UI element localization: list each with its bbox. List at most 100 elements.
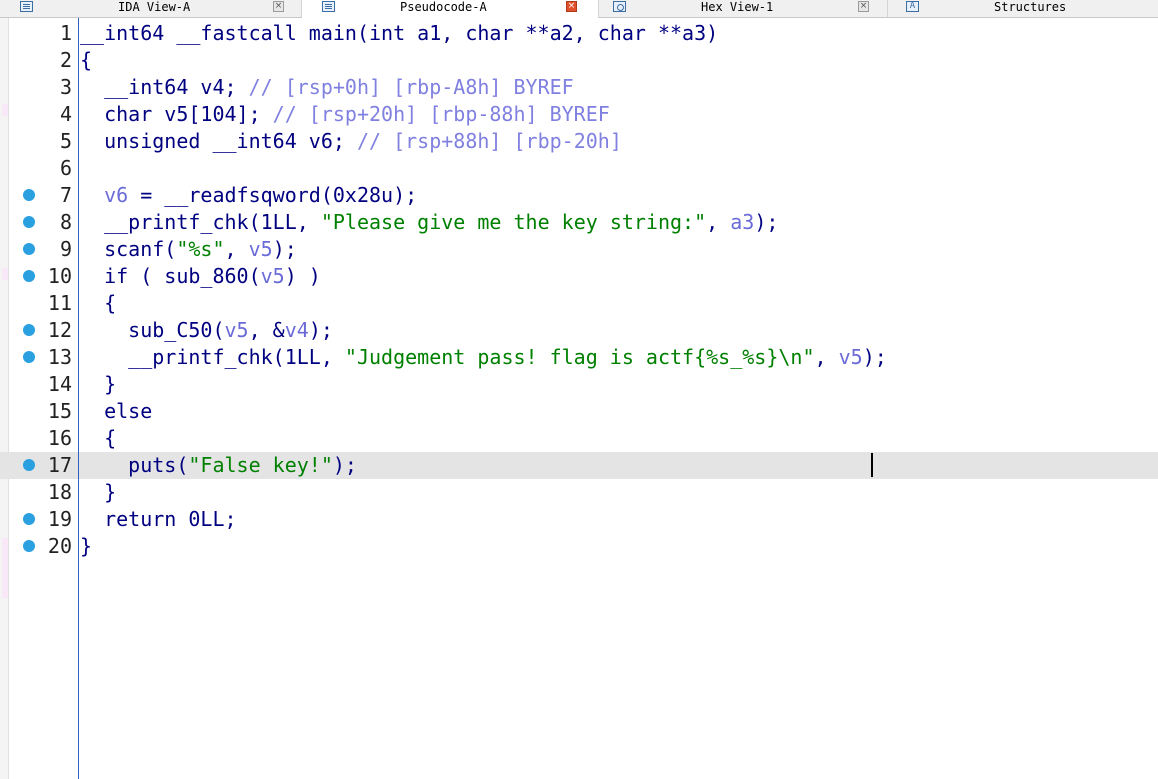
code-token: ); xyxy=(862,345,887,369)
code-token: __int64 v4; xyxy=(80,75,249,99)
code-line[interactable]: 16 { xyxy=(0,425,1158,452)
code-token: __int64 __fastcall main(int a1, char **a… xyxy=(80,21,719,45)
structures-icon: A xyxy=(906,1,919,12)
code-text: __printf_chk(1LL, "Please give me the ke… xyxy=(80,209,778,236)
code-token: } xyxy=(80,534,93,558)
code-text: v6 = __readfsqword(0x28u); xyxy=(80,182,417,209)
line-number: 19 xyxy=(47,507,72,531)
code-token: { xyxy=(80,48,93,72)
line-number: 9 xyxy=(59,237,72,261)
code-token: "False key!" xyxy=(188,453,333,477)
tab-hex-view-1[interactable]: Hex View-1 × xyxy=(599,0,888,17)
breakpoint-dot-icon[interactable] xyxy=(23,459,35,471)
code-line[interactable]: 1 __int64 __fastcall main(int a1, char **… xyxy=(0,20,1158,47)
code-token: , & xyxy=(248,318,285,342)
code-token: scanf( xyxy=(80,237,177,261)
code-token: } xyxy=(80,480,117,504)
text-cursor xyxy=(871,453,873,477)
close-icon[interactable]: × xyxy=(273,1,284,12)
line-number: 6 xyxy=(59,156,72,180)
code-token: // [rsp+0h] [rbp-A8h] BYREF xyxy=(248,75,574,99)
line-number: 18 xyxy=(47,480,72,504)
code-line[interactable]: 19 return 0LL; xyxy=(0,506,1158,533)
code-line[interactable]: 9 scanf("%s", v5); xyxy=(0,236,1158,263)
pseudocode-icon xyxy=(322,1,335,12)
line-number: 15 xyxy=(47,399,72,423)
tab-label: IDA View-A xyxy=(118,0,191,14)
code-token: } xyxy=(80,372,117,396)
line-number: 17 xyxy=(47,453,72,477)
code-token: , xyxy=(224,237,249,261)
disassembly-icon xyxy=(20,1,33,12)
code-line[interactable]: 3 __int64 v4; // [rsp+0h] [rbp-A8h] BYRE… xyxy=(0,74,1158,101)
breakpoint-dot-icon[interactable] xyxy=(23,270,35,282)
code-line[interactable]: 20} xyxy=(0,533,1158,560)
code-token: v5 xyxy=(224,318,249,342)
code-line[interactable]: 12 sub_C50(v5, &v4); xyxy=(0,317,1158,344)
code-line[interactable]: 18 } xyxy=(0,479,1158,506)
code-line[interactable]: 6 xyxy=(0,155,1158,182)
code-line[interactable]: 5 unsigned __int64 v6; // [rsp+88h] [rbp… xyxy=(0,128,1158,155)
code-line[interactable]: 17 puts("False key!"); xyxy=(0,452,1158,479)
breakpoint-dot-icon[interactable] xyxy=(23,351,35,363)
close-icon[interactable]: × xyxy=(858,1,869,12)
breakpoint-dot-icon[interactable] xyxy=(23,189,35,201)
tab-label: Hex View-1 xyxy=(701,0,774,14)
breakpoint-dot-icon[interactable] xyxy=(23,540,35,552)
code-text: } xyxy=(80,533,92,560)
code-line[interactable]: 10 if ( sub_860(v5) ) xyxy=(0,263,1158,290)
code-line[interactable]: 8 __printf_chk(1LL, "Please give me the … xyxy=(0,209,1158,236)
code-text: __int64 __fastcall main(int a1, char **a… xyxy=(80,20,718,47)
code-text: char v5[104]; // [rsp+20h] [rbp-88h] BYR… xyxy=(80,101,610,128)
tab-pseudocode-a[interactable]: Pseudocode-A × xyxy=(302,0,599,18)
tab-ida-view-a[interactable]: IDA View-A × xyxy=(0,0,302,17)
breakpoint-dot-icon[interactable] xyxy=(23,216,35,228)
line-number: 12 xyxy=(47,318,72,342)
code-line[interactable]: 4 char v5[104]; // [rsp+20h] [rbp-88h] B… xyxy=(0,101,1158,128)
line-number: 1 xyxy=(59,21,72,45)
code-line[interactable]: 11 { xyxy=(0,290,1158,317)
tab-label: Structures xyxy=(994,0,1067,14)
tab-bar: IDA View-A × Pseudocode-A × Hex View-1 ×… xyxy=(0,0,1158,18)
code-text: sub_C50(v5, &v4); xyxy=(80,317,333,344)
breakpoint-dot-icon[interactable] xyxy=(23,324,35,336)
code-token: __printf_chk(1LL, xyxy=(80,345,345,369)
code-token: ); xyxy=(332,453,357,477)
code-token: v5 xyxy=(260,264,285,288)
code-token: ); xyxy=(754,210,779,234)
code-line[interactable]: 13 __printf_chk(1LL, "Judgement pass! fl… xyxy=(0,344,1158,371)
line-number: 11 xyxy=(47,291,72,315)
line-number: 20 xyxy=(47,534,72,558)
gutter-separator xyxy=(78,18,79,779)
code-text: { xyxy=(80,425,116,452)
line-number: 14 xyxy=(47,372,72,396)
code-text: } xyxy=(80,371,116,398)
close-icon[interactable]: × xyxy=(566,1,577,12)
code-text: puts("False key!"); xyxy=(80,452,357,479)
code-text: scanf("%s", v5); xyxy=(80,236,297,263)
code-text: unsigned __int64 v6; // [rsp+88h] [rbp-2… xyxy=(80,128,622,155)
code-text: { xyxy=(80,290,116,317)
tab-label: Pseudocode-A xyxy=(400,0,487,14)
code-token: __printf_chk(1LL, xyxy=(80,210,321,234)
code-line[interactable]: 15 else xyxy=(0,398,1158,425)
line-number: 8 xyxy=(59,210,72,234)
code-text: __int64 v4; // [rsp+0h] [rbp-A8h] BYREF xyxy=(80,74,574,101)
code-line[interactable]: 14 } xyxy=(0,371,1158,398)
code-token: { xyxy=(80,291,117,315)
code-token: else xyxy=(80,399,153,423)
breakpoint-dot-icon[interactable] xyxy=(23,243,35,255)
code-token: "Judgement pass! flag is actf{%s_%s}\n" xyxy=(344,345,815,369)
code-token: a3 xyxy=(730,210,755,234)
tab-structures[interactable]: A Structures xyxy=(888,0,1158,17)
code-text: __printf_chk(1LL, "Judgement pass! flag … xyxy=(80,344,887,371)
line-number: 2 xyxy=(59,48,72,72)
code-token: // [rsp+20h] [rbp-88h] BYREF xyxy=(272,102,610,126)
code-line[interactable]: 7 v6 = __readfsqword(0x28u); xyxy=(0,182,1158,209)
code-token: // [rsp+88h] [rbp-20h] xyxy=(356,129,622,153)
code-text: else xyxy=(80,398,152,425)
breakpoint-dot-icon[interactable] xyxy=(23,513,35,525)
code-line[interactable]: 2{ xyxy=(0,47,1158,74)
code-text: if ( sub_860(v5) ) xyxy=(80,263,321,290)
code-token: sub_C50( xyxy=(80,318,225,342)
